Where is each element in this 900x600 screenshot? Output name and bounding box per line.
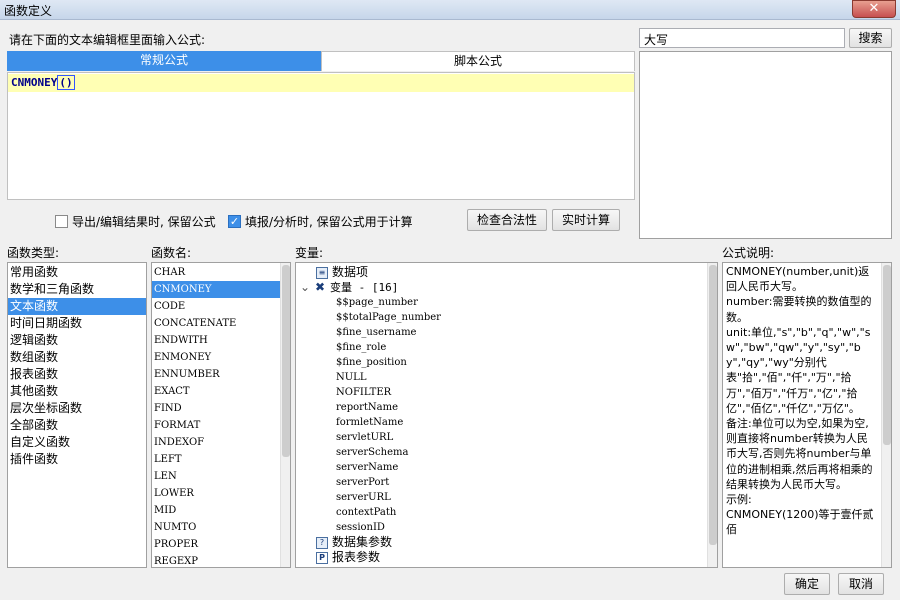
variable-item[interactable]: servletURL — [296, 430, 707, 445]
dataset-param-icon: ? — [316, 536, 328, 549]
description-scrollbar[interactable] — [881, 263, 891, 567]
function-name-item[interactable]: CNMONEY — [152, 281, 280, 298]
prompt-label: 请在下面的文本编辑框里面输入公式: — [9, 33, 206, 47]
function-type-label: 函数类型: — [7, 246, 60, 260]
function-name-item[interactable]: CONCATENATE — [152, 315, 280, 332]
function-name-label: 函数名: — [151, 246, 192, 260]
function-type-item[interactable]: 报表函数 — [8, 366, 146, 383]
variable-item[interactable]: serverSchema — [296, 445, 707, 460]
export-keep-label: 导出/编辑结果时, 保留公式 — [72, 215, 216, 229]
function-type-item[interactable]: 数组函数 — [8, 349, 146, 366]
variable-item[interactable]: serverPort — [296, 475, 707, 490]
tree-report-params[interactable]: P 报表参数 — [296, 550, 707, 565]
function-name-item[interactable]: LEFT — [152, 451, 280, 468]
function-type-item[interactable]: 数学和三角函数 — [8, 281, 146, 298]
tab-regular-formula[interactable]: 常规公式 — [7, 51, 321, 71]
report-params-label: 报表参数 — [332, 550, 381, 564]
check-validity-button[interactable]: 检查合法性 — [467, 209, 547, 231]
tree-variable-group[interactable]: ⌄ ✖ 变量 - [16] — [296, 280, 707, 295]
formula-function-name: CNMONEY — [11, 76, 58, 89]
function-name-item[interactable]: ENMONEY — [152, 349, 280, 366]
variable-group-label: 变量 - [16] — [330, 281, 399, 294]
ok-button[interactable]: 确定 — [784, 573, 830, 595]
function-type-item[interactable]: 插件函数 — [8, 451, 146, 468]
parameter-icon: P — [316, 551, 328, 564]
variable-item[interactable]: $fine_position — [296, 355, 707, 370]
variables-label: 变量: — [295, 246, 324, 260]
tab-script-formula[interactable]: 脚本公式 — [321, 51, 635, 71]
function-name-scrollbar[interactable] — [280, 263, 290, 567]
function-name-item[interactable]: ENDWITH — [152, 332, 280, 349]
close-icon: ✕ — [868, 1, 880, 16]
function-name-item[interactable]: PROPER — [152, 536, 280, 553]
variable-item[interactable]: $fine_role — [296, 340, 707, 355]
scrollbar-thumb[interactable] — [709, 265, 717, 545]
variable-item[interactable]: serverName — [296, 460, 707, 475]
function-type-item[interactable]: 常用函数 — [8, 264, 146, 281]
variable-item[interactable]: $$page_number — [296, 295, 707, 310]
description-panel: CNMONEY(number,unit)返回人民币大写。 number:需要转换… — [722, 262, 892, 568]
dataset-params-label: 数据集参数 — [332, 535, 393, 549]
formula-parens: () — [57, 75, 75, 90]
function-type-item[interactable]: 时间日期函数 — [8, 315, 146, 332]
variable-item[interactable]: NOFILTER — [296, 385, 707, 400]
function-name-list[interactable]: CHAR CNMONEY CODE CONCATENATE ENDWITH ENMONEY… — [151, 262, 291, 568]
function-type-item[interactable]: 自定义函数 — [8, 434, 146, 451]
function-name-item[interactable]: NUMTO — [152, 519, 280, 536]
function-name-item[interactable]: LOWER — [152, 485, 280, 502]
fill-keep-checkbox[interactable]: ✓ — [228, 215, 241, 228]
variable-item[interactable]: sessionID — [296, 520, 707, 535]
function-type-item[interactable]: 全部函数 — [8, 417, 146, 434]
formula-text: CNMONEY() — [11, 75, 75, 90]
export-keep-checkbox[interactable] — [55, 215, 68, 228]
tree-dataset-params[interactable]: ? 数据集参数 — [296, 535, 707, 550]
variable-item[interactable]: $fine_username — [296, 325, 707, 340]
function-name-item[interactable]: REGEXP — [152, 553, 280, 567]
variable-icon: ✖ — [314, 279, 326, 294]
variable-item[interactable]: reportName — [296, 400, 707, 415]
realtime-calc-button[interactable]: 实时计算 — [552, 209, 620, 231]
function-name-item[interactable]: CODE — [152, 298, 280, 315]
table-icon: ≡ — [316, 266, 328, 279]
description-label: 公式说明: — [722, 246, 775, 260]
chevron-down-icon: ⌄ — [300, 280, 311, 294]
description-text: CNMONEY(number,unit)返回人民币大写。 number:需要转换… — [726, 265, 874, 537]
function-name-item[interactable]: ENNUMBER — [152, 366, 280, 383]
tree-data-item[interactable]: ≡ 数据项 — [296, 265, 707, 280]
current-line-highlight — [8, 74, 634, 92]
function-type-item[interactable]: 层次坐标函数 — [8, 400, 146, 417]
variable-item[interactable]: $$totalPage_number — [296, 310, 707, 325]
window-title: 函数定义 — [4, 4, 53, 18]
function-name-item[interactable]: INDEXOF — [152, 434, 280, 451]
variable-item[interactable]: NULL — [296, 370, 707, 385]
function-name-item[interactable]: MID — [152, 502, 280, 519]
function-name-item[interactable]: EXACT — [152, 383, 280, 400]
function-type-item[interactable]: 文本函数 — [8, 298, 146, 315]
title-bar: 函数定义 ✕ — [0, 0, 900, 20]
checkmark-icon: ✓ — [229, 215, 240, 228]
function-name-item[interactable]: FIND — [152, 400, 280, 417]
variable-item[interactable]: contextPath — [296, 505, 707, 520]
function-name-item[interactable]: LEN — [152, 468, 280, 485]
function-type-item[interactable]: 其他函数 — [8, 383, 146, 400]
scrollbar-thumb[interactable] — [883, 265, 891, 445]
variables-tree[interactable]: ≡ 数据项 ⌄ ✖ 变量 - [16] $$page_number $$totalPag… — [295, 262, 718, 568]
function-type-list[interactable]: 常用函数 数学和三角函数 文本函数 时间日期函数 逻辑函数 数组函数 报表函数 其他函数 层次坐… — [7, 262, 147, 568]
scrollbar-thumb[interactable] — [282, 265, 290, 457]
function-name-item[interactable]: FORMAT — [152, 417, 280, 434]
cancel-button[interactable]: 取消 — [838, 573, 884, 595]
variable-item[interactable]: formletName — [296, 415, 707, 430]
data-item-label: 数据项 — [332, 265, 369, 279]
variable-item[interactable]: serverURL — [296, 490, 707, 505]
function-type-item[interactable]: 逻辑函数 — [8, 332, 146, 349]
search-button[interactable]: 搜索 — [849, 28, 892, 48]
function-name-item[interactable]: CHAR — [152, 264, 280, 281]
formula-editor[interactable]: CNMONEY() — [7, 72, 635, 200]
variables-scrollbar[interactable] — [707, 263, 717, 567]
search-results-panel[interactable] — [639, 51, 892, 239]
close-button[interactable]: ✕ — [852, 0, 896, 18]
search-input[interactable]: 大写 — [639, 28, 845, 48]
fill-keep-label: 填报/分析时, 保留公式用于计算 — [245, 215, 413, 229]
